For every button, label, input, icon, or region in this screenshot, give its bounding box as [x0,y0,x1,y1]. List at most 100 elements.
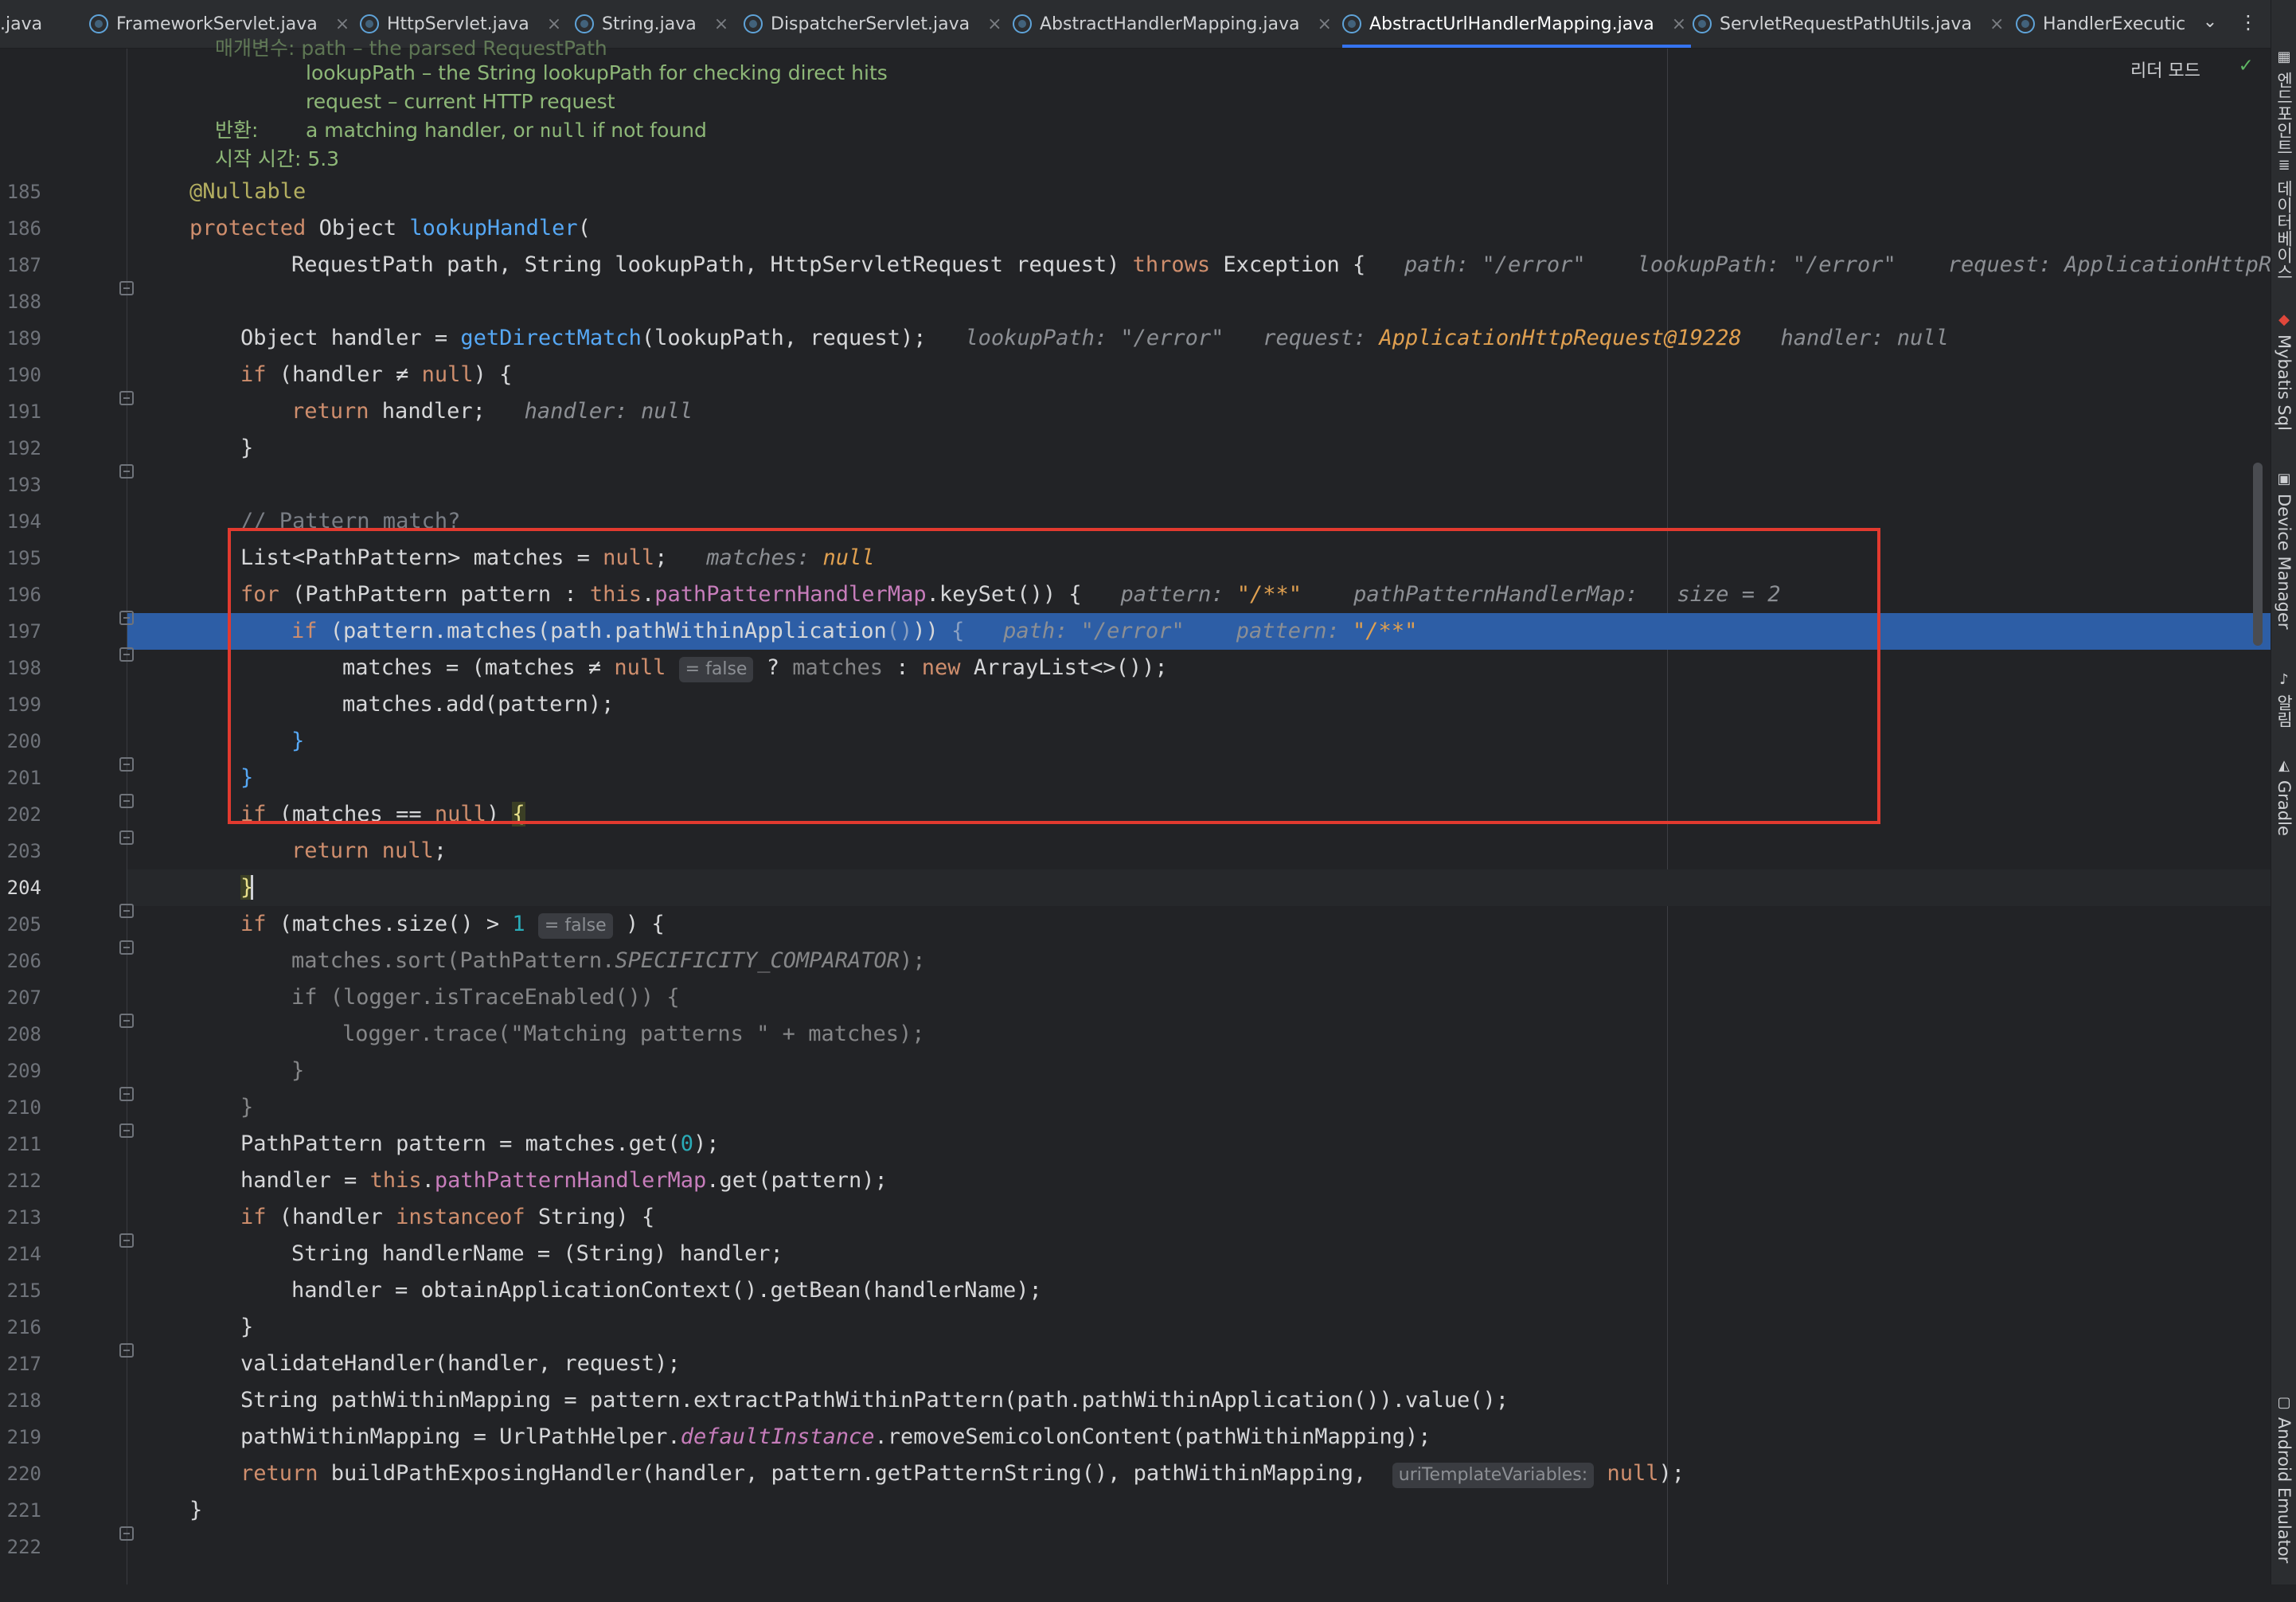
tool-label: Mybatis Sql [2275,334,2294,431]
doc-returns-text: if not found [592,119,707,142]
fold-icon[interactable] [119,1123,134,1138]
close-icon[interactable]: × [1317,14,1331,34]
line-number: 221 [6,1499,41,1522]
line-number: 217 [6,1353,41,1375]
close-icon[interactable]: × [987,14,1002,34]
fold-icon[interactable] [119,1087,134,1101]
line-number: 194 [6,510,41,533]
code-line-219: pathWithinMapping = UrlPathHelper.defaul… [240,1424,1431,1449]
line-number: 208 [6,1023,41,1045]
fold-icon[interactable] [119,1014,134,1028]
tab-label: DispatcherServlet.java [771,14,970,34]
tab-dispatcherservlet[interactable]: DispatcherServlet.java × [744,0,1002,48]
line-number: 206 [6,950,41,972]
code-line-190: if (handler ≠ null) { [240,362,513,387]
line-number: 222 [6,1536,41,1558]
endpoints-icon: ▦ [2277,49,2291,65]
reader-mode-toggle[interactable]: 리더 모드 [2130,57,2200,82]
doc-param-request: request – current HTTP request [306,90,615,113]
doc-param-lookup: lookupPath – the String lookupPath for c… [306,61,888,84]
selection-highlight-box [228,528,1880,824]
line-number: 212 [6,1170,41,1192]
code-editor[interactable]: 리더 모드 ✓ 매개변수: path – the parsed RequestP… [0,37,2296,1584]
code-line-217: validateHandler(handler, request); [240,1351,681,1376]
line-number: 220 [6,1463,41,1485]
fold-icon[interactable] [119,904,134,918]
code-line-210: } [240,1095,254,1119]
code-line-209: } [291,1058,305,1083]
tab-handlerexecution[interactable]: HandlerExecutic [2016,0,2185,48]
tool-device-manager[interactable]: ▣ Device Manager [2273,471,2295,630]
fold-icon[interactable] [119,611,134,625]
tab-abstracthandlermapping[interactable]: AbstractHandlerMapping.java × [1013,0,1332,48]
line-number-current: 204 [6,877,41,899]
line-number: 214 [6,1243,41,1265]
line-gutter[interactable]: 185 186 187 188 189 190 191 192 193 194 … [0,49,134,1584]
close-icon[interactable]: × [1989,14,2004,34]
code-line-215: handler = obtainApplicationContext().get… [291,1278,1042,1303]
line-number: 216 [6,1316,41,1338]
checkmark-icon[interactable]: ✓ [2235,55,2256,76]
tool-mybatis-sql[interactable]: ◆ Mybatis Sql [2273,312,2295,431]
code-line-216: } [240,1315,254,1339]
tab-partial-java[interactable]: .java [0,0,42,48]
tool-notifications[interactable]: ♪ 알림 [2273,672,2295,729]
doc-returns: a matching handler, or null if not found [306,116,707,145]
close-icon[interactable]: × [714,14,728,34]
code-line-220: return buildPathExposingHandler(handler,… [0,1455,2271,1492]
class-icon [89,14,108,33]
line-number: 199 [6,694,41,716]
code-line-205: if (matches.size() > 1 = false ) { [0,906,2271,943]
tool-database[interactable]: ≣ 데이터베이스 [2273,158,2295,281]
line-number: 185 [6,181,41,203]
fold-icon[interactable] [119,757,134,772]
tab-label: AbstractUrlHandlerMapping.java [1369,14,1654,34]
tab-label: AbstractHandlerMapping.java [1040,14,1300,34]
fold-icon[interactable] [119,830,134,845]
line-number: 186 [6,217,41,240]
close-icon[interactable]: × [547,14,561,34]
class-icon [2016,14,2035,33]
fold-icon[interactable] [119,794,134,808]
vertical-scrollbar[interactable] [2253,463,2263,646]
tool-endpoints[interactable]: ▦ 엔드포인트 [2273,49,2295,156]
line-number: 202 [6,803,41,826]
fold-icon[interactable] [119,1526,134,1541]
code-line-204-current: } [127,869,2271,906]
tool-gradle[interactable]: ◭ Gradle [2273,758,2295,836]
code-line-207: if (logger.isTraceEnabled()) { [291,985,680,1010]
tool-label: 엔드포인트 [2275,72,2294,155]
device-manager-icon: ▣ [2277,471,2291,487]
code-line-187: RequestPath path, String lookupPath, Htt… [291,252,2296,277]
close-icon[interactable]: × [335,14,349,34]
tool-android-emulator[interactable]: ▢ Android Emulator [2273,1395,2295,1564]
close-icon[interactable]: × [1672,14,1686,34]
doc-since-label: 시작 시간: [215,147,302,170]
fold-icon[interactable] [119,391,134,405]
tool-label: Gradle [2275,780,2294,836]
code-line-206: matches.sort(PathPattern.SPECIFICITY_COM… [291,948,926,973]
gradle-icon: ◭ [2278,757,2290,774]
tab-label: .java [0,14,43,34]
tab-label: FrameworkServlet.java [116,14,318,34]
code-line-186: protected Object lookupHandler( [189,216,591,240]
line-number: 210 [6,1096,41,1119]
chevron-down-icon[interactable]: ⌄ [2199,11,2221,33]
tab-abstracturlhandlermapping[interactable]: AbstractUrlHandlerMapping.java × [1342,0,1692,48]
code-line-214: String handlerName = (String) handler; [291,1241,783,1266]
fold-icon[interactable] [119,464,134,479]
code-line-211: PathPattern pattern = matches.get(0); [240,1131,720,1156]
doc-since-value: 5.3 [307,147,340,170]
fold-icon[interactable] [119,1343,134,1358]
fold-icon[interactable] [119,281,134,295]
fold-icon[interactable] [119,647,134,662]
more-options-icon[interactable]: ⋮ [2239,11,2258,33]
doc-returns-label: 반환: [215,119,259,142]
tab-servletrequestpathutils[interactable]: ServletRequestPathUtils.java × [1693,0,2004,48]
fold-icon[interactable] [119,1233,134,1248]
fold-icon[interactable] [119,940,134,955]
tab-label: ServletRequestPathUtils.java [1720,14,1973,34]
right-tool-window-strip: ▦ 엔드포인트 ≣ 데이터베이스 ◆ Mybatis Sql ▣ Device … [2271,0,2296,1584]
